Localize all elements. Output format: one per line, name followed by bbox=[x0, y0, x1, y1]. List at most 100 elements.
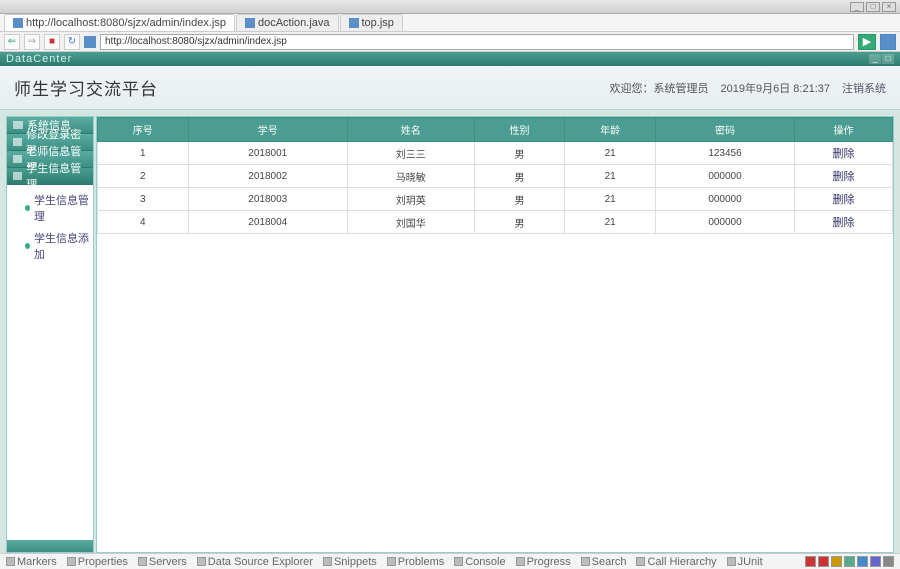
th-sid: 学号 bbox=[188, 118, 347, 142]
status-view-problems[interactable]: Problems bbox=[387, 556, 444, 568]
th-op: 操作 bbox=[795, 118, 893, 142]
address-bar-row: ⇐ ⇒ ■ ↻ ▶ bbox=[0, 32, 900, 52]
cell-age: 21 bbox=[565, 188, 656, 211]
app-inner-titlebar: DataCenter _ □ bbox=[0, 52, 900, 66]
inner-maximize[interactable]: □ bbox=[882, 54, 894, 64]
table-row: 42018004刘国华男21000000删除 bbox=[98, 211, 893, 234]
view-label: Data Source Explorer bbox=[208, 556, 313, 568]
status-indicator[interactable] bbox=[831, 556, 842, 567]
cell-idx: 4 bbox=[98, 211, 189, 234]
view-label: Snippets bbox=[334, 556, 377, 568]
th-name: 姓名 bbox=[347, 118, 474, 142]
view-label: Servers bbox=[149, 556, 187, 568]
cell-op: 删除 bbox=[795, 211, 893, 234]
status-view-junit[interactable]: JUnit bbox=[727, 556, 763, 568]
back-button[interactable]: ⇐ bbox=[4, 34, 20, 50]
delete-link[interactable]: 删除 bbox=[833, 217, 855, 229]
delete-link[interactable]: 删除 bbox=[833, 194, 855, 206]
subitem-student-list[interactable]: 学生信息管理 bbox=[7, 189, 93, 227]
status-view-snippets[interactable]: Snippets bbox=[323, 556, 377, 568]
delete-link[interactable]: 删除 bbox=[833, 148, 855, 160]
tab-topjsp[interactable]: top.jsp bbox=[340, 14, 403, 31]
cell-sid: 2018004 bbox=[188, 211, 347, 234]
os-titlebar: _ □ × bbox=[0, 0, 900, 14]
cell-pwd: 000000 bbox=[655, 165, 794, 188]
view-label: Console bbox=[465, 556, 505, 568]
view-label: Markers bbox=[17, 556, 57, 568]
cell-sex: 男 bbox=[474, 142, 565, 165]
cell-op: 删除 bbox=[795, 142, 893, 165]
status-indicator[interactable] bbox=[844, 556, 855, 567]
inner-window-controls: _ □ bbox=[869, 54, 894, 64]
tab-label: top.jsp bbox=[362, 17, 394, 29]
refresh-button[interactable]: ↻ bbox=[64, 34, 80, 50]
view-icon bbox=[138, 557, 147, 566]
globe-icon bbox=[13, 18, 23, 28]
folder-icon bbox=[13, 121, 23, 129]
browser-tool-button[interactable] bbox=[880, 34, 896, 50]
view-icon bbox=[581, 557, 590, 566]
view-icon bbox=[197, 557, 206, 566]
status-view-servers[interactable]: Servers bbox=[138, 556, 187, 568]
status-indicator[interactable] bbox=[857, 556, 868, 567]
view-label: Problems bbox=[398, 556, 444, 568]
status-indicator[interactable] bbox=[883, 556, 894, 567]
folder-icon bbox=[13, 172, 22, 180]
cell-idx: 3 bbox=[98, 188, 189, 211]
sidebar-submenu: 学生信息管理 学生信息添加 bbox=[7, 185, 93, 269]
cell-age: 21 bbox=[565, 211, 656, 234]
app-name: DataCenter bbox=[6, 53, 72, 65]
inner-minimize[interactable]: _ bbox=[869, 54, 881, 64]
tab-index-jsp[interactable]: http://localhost:8080/sjzx/admin/index.j… bbox=[4, 14, 235, 31]
url-input[interactable] bbox=[100, 34, 854, 50]
cell-sid: 2018003 bbox=[188, 188, 347, 211]
folder-icon bbox=[13, 138, 22, 146]
view-label: Properties bbox=[78, 556, 128, 568]
tab-docaction[interactable]: docAction.java bbox=[236, 14, 339, 31]
table-row: 22018002马晓敏男21000000删除 bbox=[98, 165, 893, 188]
cell-op: 删除 bbox=[795, 188, 893, 211]
cell-op: 删除 bbox=[795, 165, 893, 188]
view-label: Progress bbox=[527, 556, 571, 568]
stop-button[interactable]: ■ bbox=[44, 34, 60, 50]
view-label: Call Hierarchy bbox=[647, 556, 716, 568]
table-header-row: 序号 学号 姓名 性别 年龄 密码 操作 bbox=[98, 118, 893, 142]
page-icon bbox=[84, 36, 96, 48]
minimize-button[interactable]: _ bbox=[850, 2, 864, 12]
user-info: 欢迎您：系统管理员 2019年9月6日 8:21:37 注销系统 bbox=[610, 80, 886, 96]
close-button[interactable]: × bbox=[882, 2, 896, 12]
view-icon bbox=[67, 557, 76, 566]
welcome-text: 欢迎您：系统管理员 bbox=[610, 80, 709, 96]
jsp-icon bbox=[349, 18, 359, 28]
th-age: 年龄 bbox=[565, 118, 656, 142]
delete-link[interactable]: 删除 bbox=[833, 171, 855, 183]
status-view-progress[interactable]: Progress bbox=[516, 556, 571, 568]
cell-sex: 男 bbox=[474, 188, 565, 211]
cell-sid: 2018001 bbox=[188, 142, 347, 165]
sidebar-item-student-manage[interactable]: 学生信息管理 bbox=[7, 168, 93, 185]
view-icon bbox=[636, 557, 645, 566]
status-indicator[interactable] bbox=[805, 556, 816, 567]
cell-name: 刘玥英 bbox=[347, 188, 474, 211]
status-view-properties[interactable]: Properties bbox=[67, 556, 128, 568]
status-view-data-source-explorer[interactable]: Data Source Explorer bbox=[197, 556, 313, 568]
logout-link[interactable]: 注销系统 bbox=[842, 80, 886, 96]
subitem-student-add[interactable]: 学生信息添加 bbox=[7, 227, 93, 265]
go-button[interactable]: ▶ bbox=[858, 34, 876, 50]
cell-sid: 2018002 bbox=[188, 165, 347, 188]
status-view-markers[interactable]: Markers bbox=[6, 556, 57, 568]
forward-button[interactable]: ⇒ bbox=[24, 34, 40, 50]
cell-sex: 男 bbox=[474, 211, 565, 234]
cell-name: 马晓敏 bbox=[347, 165, 474, 188]
status-indicator[interactable] bbox=[870, 556, 881, 567]
sidebar-footer bbox=[7, 540, 93, 552]
cell-pwd: 123456 bbox=[655, 142, 794, 165]
status-view-call-hierarchy[interactable]: Call Hierarchy bbox=[636, 556, 716, 568]
status-view-console[interactable]: Console bbox=[454, 556, 505, 568]
status-view-search[interactable]: Search bbox=[581, 556, 627, 568]
maximize-button[interactable]: □ bbox=[866, 2, 880, 12]
status-indicator[interactable] bbox=[818, 556, 829, 567]
cell-pwd: 000000 bbox=[655, 211, 794, 234]
cell-age: 21 bbox=[565, 142, 656, 165]
view-icon bbox=[387, 557, 396, 566]
